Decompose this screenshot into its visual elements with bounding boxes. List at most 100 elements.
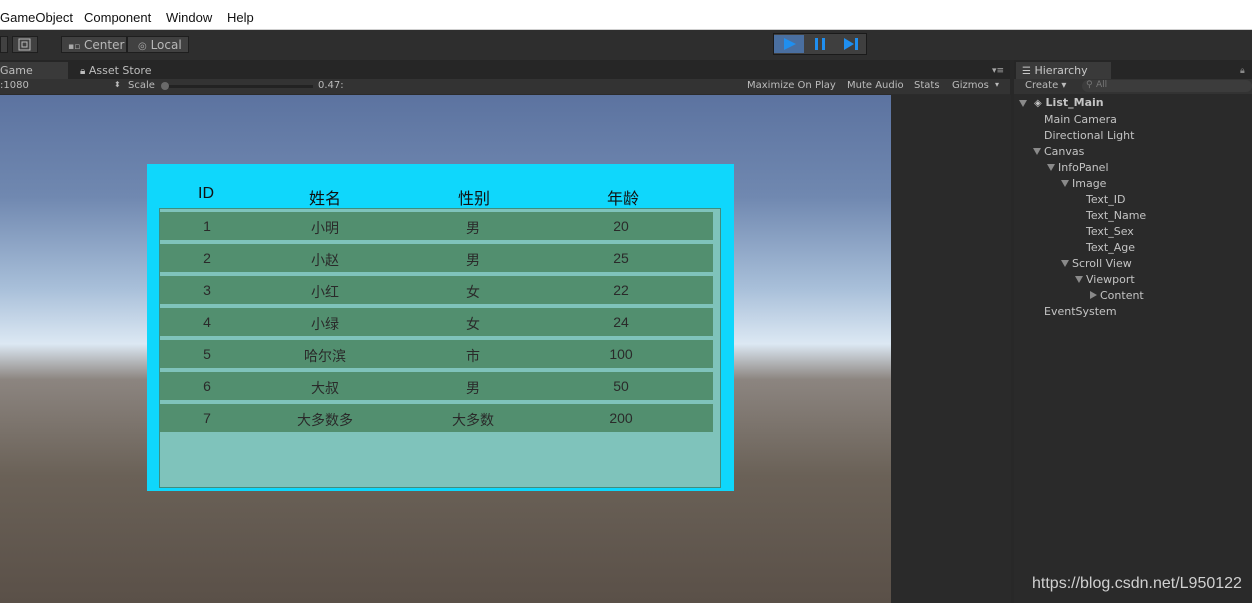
chevron-down-icon[interactable]: ▾ [995,80,999,89]
cell-id: 2 [203,250,211,266]
cell-age: 200 [609,410,633,426]
table-row: 5 哈尔滨 市 100 [160,340,713,368]
cell-id: 7 [203,410,211,426]
menu-component[interactable]: Component [84,10,151,25]
search-icon: ⚲ [1086,80,1093,90]
cell-age: 20 [613,218,629,234]
scene-root[interactable]: ◈ List_Main [1034,96,1104,109]
gizmos-dropdown[interactable]: Gizmos [952,80,989,91]
cell-name: 小红 [311,284,339,300]
play-button[interactable] [774,35,804,53]
cell-sex: 大多数 [452,412,494,428]
play-controls [773,33,867,55]
collapse-arrow-icon[interactable] [1090,291,1097,299]
menu-help[interactable]: Help [227,10,254,25]
table-row: 6 大叔 男 50 [160,372,713,400]
local-label: Local [150,38,182,52]
tab-game-label: Game [0,64,33,77]
cell-sex: 女 [466,316,480,332]
tree-item-image[interactable]: Image [1072,177,1106,190]
game-view-toolbar: :1080 ⬍ Scale 0.47: Maximize On Play Mut… [0,79,1010,94]
cell-sex: 女 [466,284,480,300]
tree-item-scroll-view[interactable]: Scroll View [1072,257,1132,270]
hierarchy-search-input[interactable]: ⚲ All [1082,80,1252,92]
cell-sex: 男 [466,220,480,236]
maximize-on-play-toggle[interactable]: Maximize On Play [747,80,836,91]
cell-name: 大叔 [311,380,339,396]
cell-id: 3 [203,282,211,298]
tree-item-canvas[interactable]: Canvas [1044,145,1084,158]
rect-tool-icon[interactable] [0,36,8,53]
tree-item-main-camera[interactable]: Main Camera [1044,113,1117,126]
cell-name: 大多数多 [297,412,353,428]
cell-id: 4 [203,314,211,330]
search-placeholder: All [1096,80,1108,90]
cell-sex: 男 [466,380,480,396]
cell-name: 小赵 [311,252,339,268]
table-row: 2 小赵 男 25 [160,244,713,272]
header-name: 姓名 [308,191,341,208]
expand-arrow-icon[interactable] [1061,180,1069,187]
dropdown-arrows-icon: ⬍ [114,80,121,89]
tree-item-viewport[interactable]: Viewport [1086,273,1135,286]
cell-name: 小明 [311,220,339,236]
scale-slider-thumb[interactable] [161,82,169,90]
menu-gameobject[interactable]: GameObject [0,10,73,25]
scale-value: 0.47: [318,80,344,91]
mute-audio-toggle[interactable]: Mute Audio [847,80,904,91]
expand-arrow-icon[interactable] [1033,148,1041,155]
create-label: Create [1025,80,1059,91]
table-row: 1 小明 男 20 [160,212,713,240]
cell-name: 哈尔滨 [304,348,346,364]
cell-id: 5 [203,346,211,362]
tree-item-eventsystem[interactable]: EventSystem [1044,305,1117,318]
expand-arrow-icon[interactable] [1061,260,1069,267]
panel-menu-icon[interactable]: ▾≡ [992,66,1004,76]
list-icon: ☰ [1022,66,1031,77]
tree-item-text-sex[interactable]: Text_Sex [1086,225,1134,238]
menu-bar: GameObject Component Window Help [0,0,1252,30]
center-toggle-button[interactable]: ▪▫ Center [61,36,127,53]
step-button[interactable] [836,35,866,53]
cell-name: 小绿 [311,316,339,332]
tree-item-text-age[interactable]: Text_Age [1086,241,1135,254]
local-toggle-button[interactable]: ◎ Local [127,36,189,53]
stats-toggle[interactable]: Stats [914,80,940,91]
create-dropdown[interactable]: Create ▾ [1025,80,1066,91]
center-label: Center [84,38,125,52]
transform-tool-icon[interactable] [12,36,38,53]
cell-id: 1 [203,218,211,234]
tree-item-directional-light[interactable]: Directional Light [1044,129,1134,142]
tab-hierarchy[interactable]: ☰ Hierarchy [1016,62,1111,79]
tree-item-infopanel[interactable]: InfoPanel [1058,161,1109,174]
header-sex: 性别 [457,191,490,208]
tree-item-content[interactable]: Content [1100,289,1144,302]
expand-arrow-icon[interactable] [1075,276,1083,283]
watermark: https://blog.csdn.net/L950122 [1032,575,1242,592]
menu-window[interactable]: Window [166,10,212,25]
expand-arrow-icon[interactable] [1019,100,1027,107]
lock-icon[interactable]: 🔒︎ [1240,66,1245,76]
tab-game[interactable]: Game [0,62,68,79]
tree-item-text-name[interactable]: Text_Name [1086,209,1146,222]
header-id: ID [198,185,214,202]
table-row: 3 小红 女 22 [160,276,713,304]
scale-slider[interactable] [161,82,313,90]
scale-label: Scale [128,80,155,91]
cell-id: 6 [203,378,211,394]
scene-name: List_Main [1045,96,1104,109]
expand-arrow-icon[interactable] [1047,164,1055,171]
tab-asset-store-label: Asset Store [88,64,152,77]
pause-button[interactable] [805,35,835,53]
resolution-dropdown[interactable]: :1080 [0,80,29,91]
unity-scene-icon: ◈ [1034,98,1042,109]
tree-item-text-id[interactable]: Text_ID [1086,193,1125,206]
main-toolbar: ▪▫ Center ◎ Local [0,30,1252,60]
tab-asset-store[interactable]: 🔒︎ Asset Store [80,62,180,79]
pivot-icon: ▪▫ [68,42,81,52]
cell-age: 25 [613,250,629,266]
table-row: 4 小绿 女 24 [160,308,713,336]
cell-age: 22 [613,282,629,298]
tab-hierarchy-label: Hierarchy [1034,64,1088,77]
globe-icon: ◎ [138,41,147,52]
